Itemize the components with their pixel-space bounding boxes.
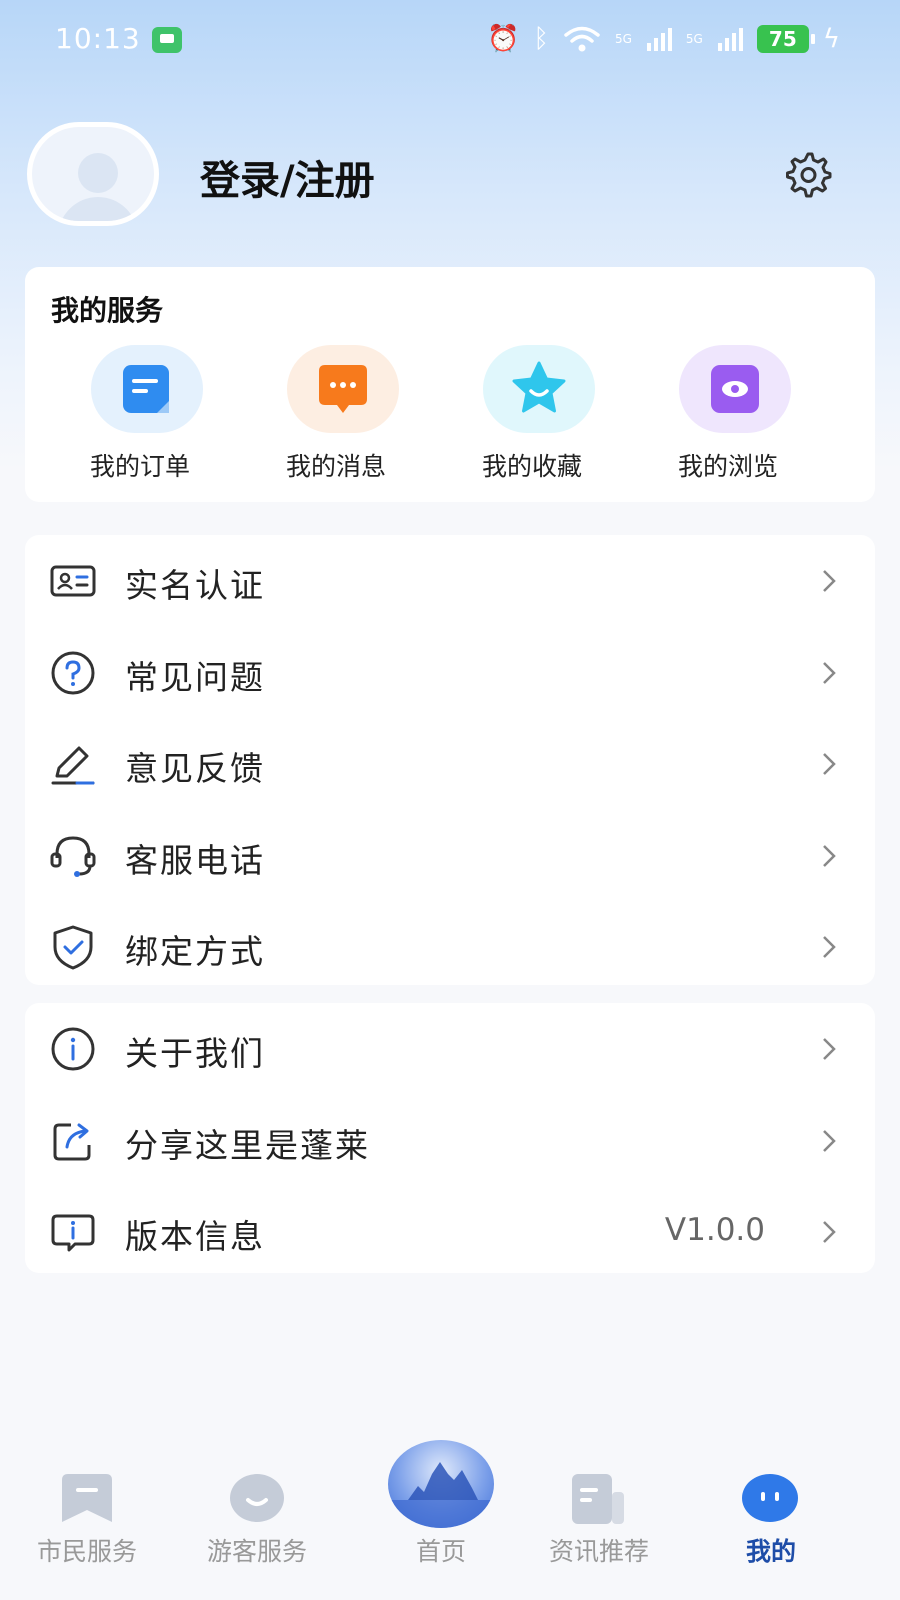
star-icon <box>512 361 566 413</box>
service-grid: 我的订单 我的消息 我的收藏 我的浏览 <box>25 345 875 485</box>
menu-label: 绑定方式 <box>125 932 265 971</box>
menu-label: 分享这里是蓬莱 <box>125 1125 370 1165</box>
signal-1-label: 5G <box>614 32 632 46</box>
nav-label: 首页 <box>415 1537 466 1566</box>
menu-label: 版本信息 <box>125 1217 265 1256</box>
chevron-right-icon <box>823 844 836 867</box>
order-icon-bg <box>91 345 203 433</box>
service-my-orders[interactable]: 我的订单 <box>55 345 225 485</box>
service-label: 我的浏览 <box>677 452 778 481</box>
eye-icon <box>711 365 759 413</box>
pavilion-silhouette <box>388 1462 494 1528</box>
service-my-favorites[interactable]: 我的收藏 <box>447 345 617 485</box>
charging-icon: ϟ <box>822 24 840 54</box>
chevron-right-icon <box>823 1221 836 1243</box>
edit-icon <box>51 746 95 785</box>
share-icon <box>53 1123 91 1160</box>
menu-item-share[interactable]: 分享这里是蓬莱 <box>25 1095 875 1187</box>
menu-group-account: 实名认证 常见问题 意见反馈 客服电话 绑定方式 <box>25 535 875 985</box>
login-register-link[interactable]: 登录/注册 <box>200 148 375 206</box>
menu-label: 客服电话 <box>125 840 265 880</box>
service-my-messages[interactable]: 我的消息 <box>251 345 421 485</box>
menu-label: 关于我们 <box>125 1034 265 1073</box>
nav-label: 资讯推荐 <box>548 1537 649 1566</box>
mine-icon <box>742 1474 798 1522</box>
menu-item-binding[interactable]: 绑定方式 <box>25 901 875 993</box>
alarm-icon: ⏰ <box>486 24 520 54</box>
tourist-service-icon <box>230 1474 284 1522</box>
service-my-browsing[interactable]: 我的浏览 <box>643 345 813 485</box>
news-icon <box>572 1474 624 1524</box>
question-icon <box>51 651 95 694</box>
menu-item-version-info[interactable]: 版本信息 V1.0.0 <box>25 1186 875 1278</box>
nav-label: 市民服务 <box>36 1537 137 1566</box>
service-label: 我的消息 <box>285 452 386 481</box>
menu-group-about: 关于我们 分享这里是蓬莱 版本信息 V1.0.0 <box>25 1003 875 1273</box>
nav-label: 我的 <box>745 1537 796 1566</box>
version-number: V1.0.0 <box>664 1212 765 1248</box>
menu-item-customer-service[interactable]: 客服电话 <box>25 810 875 902</box>
menu-label: 常见问题 <box>125 657 265 697</box>
star-icon-bg <box>483 345 595 433</box>
my-services-card: 我的服务 我的订单 我的消息 我的收藏 我的浏览 <box>25 267 875 502</box>
order-icon <box>123 365 169 413</box>
nav-tourist-service[interactable]: 游客服务 <box>172 1440 342 1600</box>
menu-item-real-name-auth[interactable]: 实名认证 <box>25 535 875 627</box>
bottom-nav: 市民服务 游客服务 首页 资讯推荐 我的 <box>0 1440 900 1600</box>
chevron-right-icon <box>823 1129 836 1152</box>
home-icon <box>388 1440 494 1528</box>
signal-1-icon <box>646 28 672 51</box>
message-notification-icon <box>152 27 182 53</box>
chevron-right-icon <box>823 661 836 684</box>
version-info-icon <box>51 1214 95 1252</box>
menu-label: 实名认证 <box>125 566 265 605</box>
chevron-right-icon <box>823 753 836 775</box>
chevron-right-icon <box>823 570 836 592</box>
shield-check-icon <box>53 925 93 970</box>
nav-home[interactable]: 首页 <box>356 1440 526 1600</box>
chevron-right-icon <box>823 1038 836 1060</box>
status-icons: ⏰ ᛒ 5G 5G 75 ϟ <box>487 24 840 54</box>
menu-item-feedback[interactable]: 意见反馈 <box>25 718 875 810</box>
message-icon-bg <box>287 345 399 433</box>
status-bar: 10:13 ⏰ ᛒ 5G 5G 75 ϟ <box>0 0 900 80</box>
nav-label: 游客服务 <box>206 1537 307 1566</box>
battery-icon: 75 <box>756 25 815 53</box>
menu-label: 意见反馈 <box>125 749 265 788</box>
service-label: 我的订单 <box>89 452 190 481</box>
wifi-icon <box>564 26 600 52</box>
avatar-body <box>58 197 138 221</box>
avatar-head <box>78 153 118 193</box>
bluetooth-icon: ᛒ <box>533 24 549 54</box>
eye-icon-bg <box>679 345 791 433</box>
signal-2-label: 5G <box>685 32 703 46</box>
status-time: 10:13 <box>55 22 141 55</box>
headset-icon <box>50 835 96 877</box>
id-card-icon <box>50 565 96 597</box>
message-icon <box>319 365 367 413</box>
my-services-title: 我的服务 <box>51 294 164 327</box>
avatar[interactable] <box>27 122 159 226</box>
info-icon <box>51 1027 95 1071</box>
nav-news[interactable]: 资讯推荐 <box>514 1440 684 1600</box>
signal-2-icon <box>717 28 743 51</box>
citizen-service-icon <box>62 1474 112 1522</box>
nav-citizen-service[interactable]: 市民服务 <box>2 1440 172 1600</box>
nav-mine[interactable]: 我的 <box>686 1440 856 1600</box>
gear-icon[interactable] <box>784 150 832 198</box>
chevron-right-icon <box>823 936 836 958</box>
menu-item-faq[interactable]: 常见问题 <box>25 627 875 719</box>
service-label: 我的收藏 <box>481 452 582 481</box>
menu-item-about-us[interactable]: 关于我们 <box>25 1003 875 1095</box>
